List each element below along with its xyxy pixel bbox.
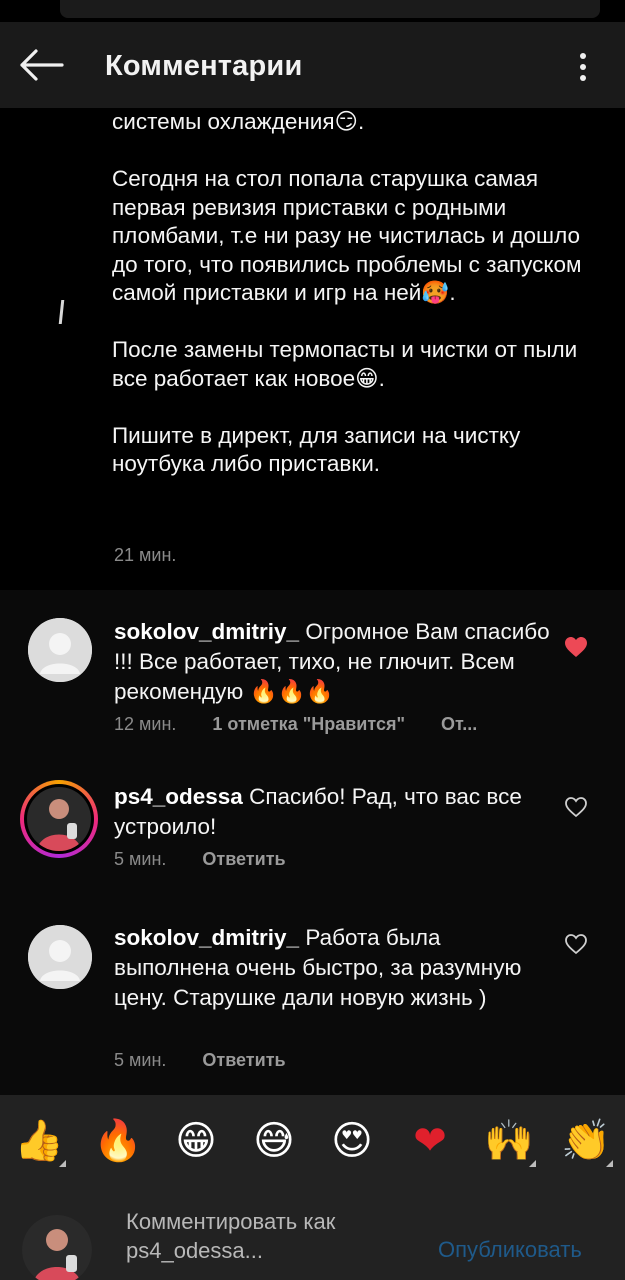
emoji-red-heart[interactable]: ❤ (401, 1115, 459, 1167)
avatar-with-story-ring[interactable] (20, 780, 98, 858)
back-arrow-icon[interactable] (18, 48, 64, 82)
emoji-glyph: 👍 (14, 1118, 64, 1164)
emoji-heart-eyes[interactable]: 😍 (323, 1115, 381, 1167)
avatar[interactable] (28, 925, 92, 989)
avatar[interactable] (28, 618, 92, 682)
publish-button[interactable]: Опубликовать (438, 1237, 582, 1263)
comment-username[interactable]: ps4_odessa (114, 784, 243, 809)
comment-meta: 12 мин. 1 отметка "Нравится" От... (114, 714, 477, 735)
profile-photo-icon (22, 1215, 92, 1280)
emoji-grin[interactable]: 😁 (167, 1115, 225, 1167)
default-avatar-icon (28, 925, 92, 989)
emoji-raised-hands[interactable]: 🙌 (480, 1115, 538, 1167)
comment-text: ps4_odessa Спасибо! Рад, что вас все уст… (114, 782, 554, 842)
likes-count-link[interactable]: 1 отметка "Нравится" (212, 714, 405, 735)
current-user-avatar (22, 1215, 92, 1280)
emoji-thumbs-up[interactable]: 👍 (10, 1115, 68, 1167)
emoji-glyph: 😅 (253, 1118, 295, 1164)
comment-input[interactable]: Комментировать как ps4_odessa... (126, 1207, 426, 1265)
reply-button[interactable]: Ответить (202, 1050, 285, 1071)
post-time: 21 мин. (114, 545, 177, 565)
comment-username[interactable]: sokolov_dmitriy_ (114, 925, 299, 950)
emoji-glyph: 🔥 (93, 1118, 143, 1164)
default-avatar-icon (28, 618, 92, 682)
comment-time: 5 мин. (114, 849, 167, 869)
comment-text: sokolov_dmitriy_ Огромное Вам спасибо !!… (114, 617, 554, 707)
heart-outline-icon[interactable] (564, 796, 588, 818)
emoji-glyph: 👏 (561, 1118, 611, 1164)
page-title: Комментарии (105, 50, 303, 82)
heart-outline-icon[interactable] (564, 933, 588, 955)
emoji-sweat-smile[interactable]: 😅 (245, 1115, 303, 1167)
comment-time: 5 мин. (114, 1050, 167, 1070)
comment-meta: 5 мин. Ответить (114, 1050, 286, 1071)
emoji-fire[interactable]: 🔥 (89, 1115, 147, 1167)
emoji-glyph: 🙌 (484, 1118, 534, 1164)
status-bar-cutout (60, 0, 600, 18)
emoji-clap[interactable]: 👏 (557, 1115, 615, 1167)
emoji-glyph: 😍 (331, 1118, 373, 1164)
liked-heart-icon[interactable] (564, 636, 588, 658)
emoji-variants-marker (59, 1160, 66, 1167)
comments-list: sokolov_dmitriy_ Огромное Вам спасибо !!… (0, 590, 625, 1095)
emoji-variants-marker (606, 1160, 613, 1167)
post-caption-text: системы охлаждения😏. Сегодня на стол поп… (112, 109, 582, 476)
reply-button[interactable]: От... (441, 714, 477, 735)
reply-button[interactable]: Ответить (202, 849, 285, 870)
emoji-variants-marker (529, 1160, 536, 1167)
comment-time: 12 мин. (114, 714, 177, 734)
comment-username[interactable]: sokolov_dmitriy_ (114, 619, 299, 644)
profile-photo-icon (27, 787, 91, 851)
text-cursor (58, 300, 65, 324)
comment-meta: 5 мин. Ответить (114, 849, 286, 870)
comment-text: sokolov_dmitriy_ Работа была выполнена о… (114, 923, 554, 1013)
status-bar (0, 0, 625, 22)
emoji-glyph: ❤ (413, 1118, 447, 1164)
comment-composer: Комментировать как ps4_odessa... Опублик… (0, 1185, 625, 1280)
top-bar: Комментарии (0, 22, 625, 108)
more-options-icon[interactable] (570, 50, 596, 84)
emoji-glyph: 😁 (175, 1118, 217, 1164)
avatar-photo (24, 784, 94, 854)
quick-emoji-bar: 👍 🔥 😁 😅 😍 ❤ 🙌 👏 (0, 1095, 625, 1185)
post-caption: системы охлаждения😏. Сегодня на стол поп… (0, 108, 625, 590)
